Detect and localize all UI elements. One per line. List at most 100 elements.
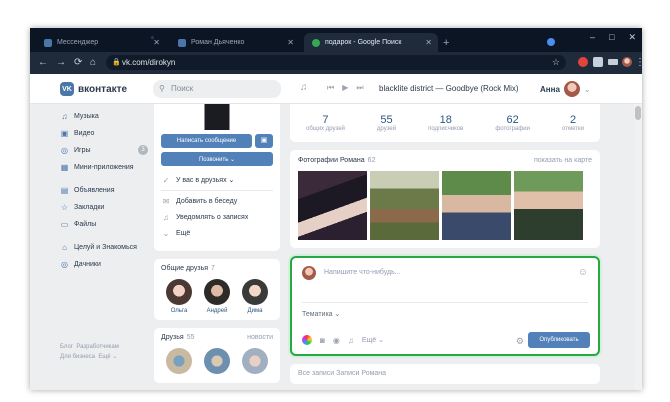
more-tools[interactable]: Ещё ⌄ [362, 336, 384, 344]
camera-icon[interactable]: ◙ [320, 336, 325, 345]
photo-thumbnail[interactable] [298, 171, 367, 240]
color-palette-icon[interactable] [302, 335, 312, 345]
photo-thumbnail[interactable] [514, 171, 583, 240]
stat-mutual-friends[interactable]: 7 общих друзей [306, 114, 345, 132]
photo-thumbnail[interactable] [370, 171, 439, 240]
friends-news-link[interactable]: новости [247, 334, 273, 341]
vk-logo[interactable]: VK вконтакте [60, 82, 127, 96]
sidebar-item-games[interactable]: ◎ Игры 3 [60, 142, 150, 158]
scrollbar[interactable] [634, 104, 642, 390]
maximize-icon[interactable]: □ [609, 32, 614, 43]
friend-item[interactable] [237, 348, 273, 377]
publish-button[interactable]: Опубликовать [528, 332, 590, 348]
photos-title[interactable]: Фотографии Романа 62 [298, 157, 375, 164]
home-icon[interactable]: ⌂ [90, 57, 96, 68]
profile-card: Написать сообщение ▣ Позвонить ⌄ ✓ У вас … [154, 104, 280, 251]
call-button[interactable]: Позвонить ⌄ [161, 152, 273, 166]
sidebar-item-music[interactable]: ♫ Музыка [60, 108, 150, 124]
video-icon[interactable]: ◉ [333, 336, 340, 345]
friend-item[interactable]: Андрей [199, 279, 235, 314]
close-icon[interactable]: ✕ [425, 38, 432, 47]
posts-tabs[interactable]: Все записи Записи Романа [290, 364, 600, 384]
friends-card: Друзья 55 новости [154, 328, 280, 383]
add-to-chat[interactable]: ✉ Добавить в беседу [161, 193, 273, 209]
extension-icon[interactable] [578, 57, 588, 67]
sidebar-item-ads[interactable]: ▤ Объявления [60, 182, 150, 198]
friend-check-icon: ✓ [162, 175, 170, 185]
photos-card: Фотографии Романа 62 показать на карте [290, 150, 600, 248]
footer-link-business[interactable]: Для бизнеса [60, 354, 95, 360]
gamepad-icon: ◎ [61, 259, 68, 269]
footer-link-more[interactable]: Ещё ⌄ [98, 354, 117, 360]
music-icon: ♫ [61, 111, 68, 121]
write-message-button[interactable]: Написать сообщение [161, 134, 252, 148]
gear-icon[interactable]: ⚙ [516, 336, 524, 347]
tab-google[interactable]: подарок - Google Поиск ✕ [304, 33, 438, 52]
reload-icon[interactable]: ⟳ [74, 57, 82, 68]
minimize-icon[interactable]: – [590, 32, 595, 43]
close-icon[interactable]: ✕ [153, 38, 160, 47]
search-input[interactable]: ⚲ Поиск [153, 80, 281, 98]
forward-icon[interactable]: → [56, 57, 66, 68]
photo-thumbnail[interactable] [442, 171, 511, 240]
sidebar-item-app-kiss[interactable]: ⌂ Целуй и Знакомься [60, 239, 150, 255]
friend-status[interactable]: ✓ У вас в друзьях ⌄ [161, 172, 273, 188]
topic-dropdown[interactable]: Тематика ⌄ [302, 310, 340, 318]
friend-item[interactable] [161, 348, 197, 377]
show-on-map-link[interactable]: показать на карте [534, 157, 592, 164]
puzzle-icon[interactable] [593, 57, 603, 67]
avatar [302, 266, 316, 280]
sidebar-item-bookmarks[interactable]: ☆ Закладки [60, 199, 150, 215]
bell-icon[interactable]: ♫ [300, 82, 308, 93]
stat-followers[interactable]: 18 подписчиков [428, 114, 463, 132]
avatar[interactable] [622, 57, 632, 67]
chevron-down-icon: ⌄ [583, 84, 591, 94]
stat-tags[interactable]: 2 отметки [562, 114, 584, 132]
play-icon[interactable]: ▶ [342, 83, 348, 93]
menu-icon[interactable]: ⋮ [635, 57, 642, 68]
new-tab-button[interactable]: + [443, 37, 449, 49]
tab-bar: Мессенджер ✕ Роман Дьяченко ✕ подарок - … [30, 28, 642, 52]
stat-friends[interactable]: 55 друзей [377, 114, 396, 132]
mutual-friends-title[interactable]: Общие друзья 7 [161, 265, 273, 272]
search-icon: ⚲ [159, 84, 165, 93]
stat-photos[interactable]: 62 фотографии [495, 114, 530, 132]
bookmark-star-icon[interactable]: ☆ [552, 55, 560, 70]
footer-link-blog[interactable]: Блог [60, 344, 73, 350]
notify-posts[interactable]: ♫ Уведомлять о записях [161, 209, 273, 225]
close-window-icon[interactable]: ✕ [628, 32, 636, 43]
playlist-icon[interactable] [608, 59, 618, 65]
emoji-icon[interactable]: ☺ [578, 267, 588, 278]
back-icon[interactable]: ← [38, 57, 48, 68]
url-field[interactable]: 🔒 vk.com/dirokyn ☆ [106, 55, 566, 70]
user-menu[interactable]: Анна ⌄ [540, 81, 591, 97]
next-icon[interactable]: ⏭ [356, 83, 363, 93]
avatar [204, 348, 230, 374]
gift-icon[interactable]: ▣ [255, 134, 273, 148]
music-icon[interactable]: ♫ [348, 336, 354, 345]
close-icon[interactable]: ✕ [287, 38, 294, 47]
bookmark-icon: ☆ [60, 202, 69, 212]
post-input[interactable]: Напишите что-нибудь... [324, 269, 401, 276]
sidebar-item-files[interactable]: ▭ Файлы [60, 216, 150, 232]
tab-messenger[interactable]: Мессенджер ✕ [36, 33, 166, 52]
profile-column: Написать сообщение ▣ Позвонить ⌄ ✓ У вас … [154, 104, 280, 383]
profile-photo[interactable] [154, 104, 280, 130]
sidebar-item-video[interactable]: ▣ Видео [60, 125, 150, 141]
vk-logo-icon: VK [60, 82, 74, 96]
tab-profile[interactable]: Роман Дьяченко ✕ [170, 33, 300, 52]
friend-item[interactable] [199, 348, 235, 377]
photos-header: Фотографии Романа 62 показать на карте [298, 157, 592, 164]
footer-link-dev[interactable]: Разработчикам [76, 344, 119, 350]
scrollbar-thumb[interactable] [635, 106, 641, 120]
friend-item[interactable]: Ольга [161, 279, 197, 314]
friends-row [161, 348, 273, 377]
vk-icon [44, 38, 52, 47]
sidebar-item-app-dachniki[interactable]: ◎ Дачники [60, 256, 150, 272]
track-title[interactable]: blacklite district — Goodbye (Rock Mix) [379, 84, 519, 93]
sidebar-item-miniapps[interactable]: ▦ Мини-приложения [60, 159, 150, 175]
prev-icon[interactable]: ⏮ [327, 83, 334, 93]
more-actions[interactable]: ⌄ Ещё [161, 225, 273, 241]
friend-item[interactable]: Дима [237, 279, 273, 314]
main-column: 7 общих друзей 55 друзей 18 подписчиков 62 ф… [290, 104, 600, 384]
